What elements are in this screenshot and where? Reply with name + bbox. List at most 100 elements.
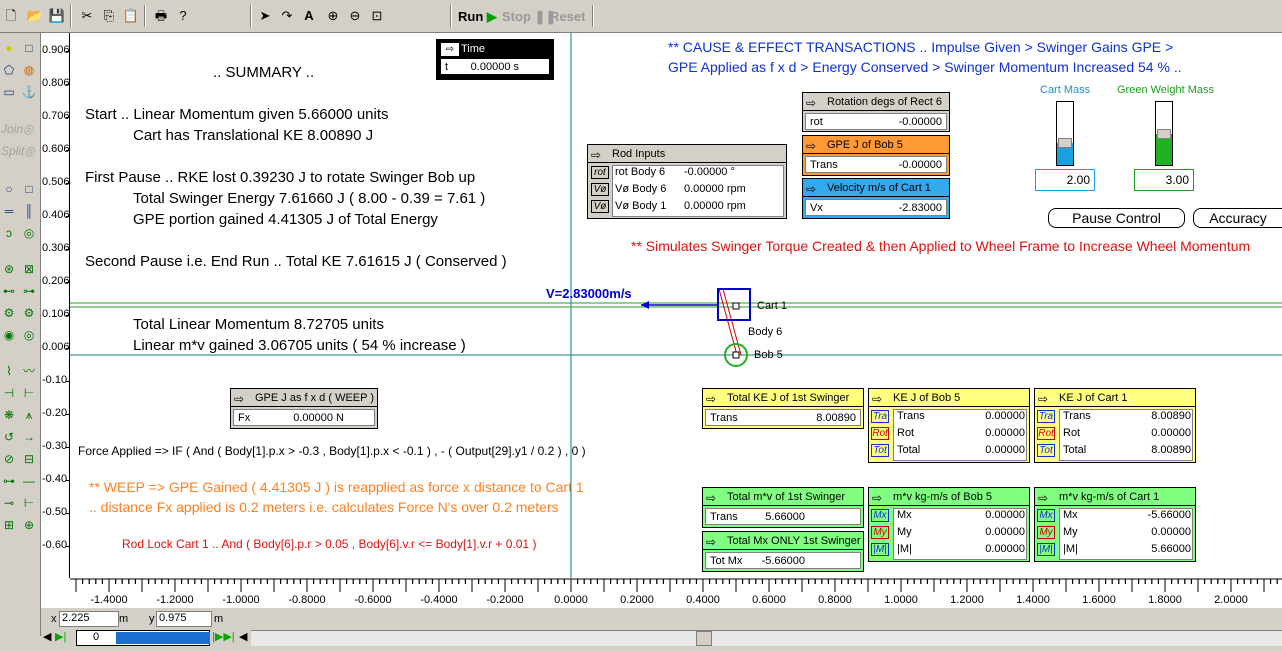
green-mass-input[interactable]: 3.00 [1134, 169, 1194, 191]
separator-tool-icon[interactable]: — [20, 472, 38, 490]
meter-tool-icon[interactable]: ⊞ [0, 516, 18, 534]
print-icon[interactable]: 🖶 [152, 7, 170, 25]
scroll-thumb[interactable] [696, 631, 712, 646]
vslot-tool-icon[interactable]: ║ [20, 202, 38, 220]
torque-tool-icon[interactable]: ↺ [0, 428, 18, 446]
box-tool-icon[interactable]: ▭ [0, 83, 18, 101]
split-tool[interactable]: Split◎ [1, 144, 35, 158]
pulley-tool-icon[interactable]: ⊢ [20, 384, 38, 402]
time-meter[interactable]: ⇨ Time t 0.00000 s [436, 39, 554, 80]
curve-tool-icon[interactable]: ◍ [20, 61, 38, 79]
arrow-icon: ⇨ [872, 491, 883, 505]
pointer-icon[interactable]: ➤ [256, 7, 274, 25]
spring-tool-icon[interactable]: 〰 [20, 362, 38, 380]
summary-line-8: Linear m*v gained 3.06705 units ( 54 % i… [133, 337, 466, 354]
damper-tool-icon[interactable]: ⊣ [0, 384, 18, 402]
curved-slot-tool-icon[interactable]: ↄ [0, 224, 18, 242]
control-tool-icon[interactable]: ⊕ [20, 516, 38, 534]
x-tick-label: -0.8000 [288, 594, 326, 606]
green-mass-slider[interactable] [1155, 101, 1173, 166]
help-icon[interactable]: ? [174, 7, 192, 25]
motor-tool-icon[interactable]: ⚙ [0, 304, 18, 322]
linear-spring-tool-icon[interactable]: ⩚ [20, 406, 38, 424]
mv-bob5-meter[interactable]: ⇨ m*v kg-m/s of Bob 5 Mx My |M| Mx My |M|… [868, 487, 1030, 562]
total-mx-only-meter[interactable]: ⇨ Total Mx ONLY 1st Swinger Tot Mx -5.6600… [702, 531, 864, 572]
stop-button[interactable]: Stop ❚❚ [502, 9, 556, 25]
new-icon[interactable]: 🗋 [2, 7, 20, 25]
linear-actuator-tool-icon[interactable]: ⊟ [20, 450, 38, 468]
gpe-bob5-meter[interactable]: ⇨ GPE J of Bob 5 Trans -0.00000 [802, 135, 950, 176]
cut-icon[interactable]: ✂ [78, 7, 96, 25]
copy-icon[interactable]: ⎘ [100, 7, 118, 25]
zoom-in-icon[interactable]: ⊕ [324, 7, 342, 25]
rotate-icon[interactable]: ↷ [278, 7, 296, 25]
rotary-tool-icon[interactable]: ◎ [20, 326, 38, 344]
square-point-tool-icon[interactable]: □ [20, 180, 38, 198]
open-icon[interactable]: 📂 [26, 7, 44, 25]
y-tick-mark [66, 414, 70, 415]
velocity-arrowhead [641, 301, 649, 309]
y-tick-mark [66, 546, 70, 547]
rigid-joint-tool-icon[interactable]: ⊠ [20, 260, 38, 278]
tape-progress[interactable] [116, 632, 210, 644]
weep-meter[interactable]: ⇨ GPE J as f x d ( WEEP ) Fx 0.00000 N [230, 388, 378, 429]
gear-tool-icon[interactable]: ⚙ [20, 304, 38, 322]
paste-icon[interactable]: 📋 [122, 7, 140, 25]
text-icon[interactable]: A [300, 7, 318, 25]
total-ke-swinger-meter[interactable]: ⇨ Total KE J of 1st Swinger Trans 8.00890 [702, 388, 864, 429]
total-mv-swinger-meter[interactable]: ⇨ Total m*v of 1st Swinger Trans 5.66000 [702, 487, 864, 528]
force-tool-icon[interactable]: → [20, 428, 38, 446]
reset-button[interactable]: Reset [550, 9, 585, 24]
keyed-slot-tool-icon[interactable]: ◎ [20, 224, 38, 242]
y-tick-label: 0.906 [42, 44, 70, 56]
tape-play-icon[interactable]: ▶| [55, 630, 66, 643]
velocity-cart1-meter[interactable]: ⇨ Velocity m/s of Cart 1 Vx -2.83000 [802, 178, 950, 219]
line-tool-icon[interactable]: ⊢ [20, 494, 38, 512]
anchor-tool-icon[interactable]: ⚓ [20, 83, 38, 101]
hslot-joint-tool-icon[interactable]: ⊷ [0, 282, 18, 300]
x-tick-label: -1.2000 [156, 594, 194, 606]
ke-cart1-meter[interactable]: ⇨ KE J of Cart 1 Tra Rot Tot Trans Rot To… [1034, 388, 1196, 463]
accuracy-button[interactable]: Accuracy [1193, 208, 1282, 228]
cart-mass-slider[interactable] [1056, 101, 1074, 166]
x-coord-field[interactable]: 2.225 [59, 611, 119, 627]
slot-tool-icon[interactable]: ═ [0, 202, 18, 220]
cart-mass-input[interactable]: 2.00 [1035, 169, 1095, 191]
rope-tool-icon[interactable]: ⌇ [0, 362, 18, 380]
zoom-fit-icon[interactable]: ⊡ [368, 7, 386, 25]
y-tick-label: -0.50 [42, 506, 68, 518]
y-tick-label: -0.30 [42, 440, 68, 452]
point-tool-icon[interactable]: ○ [0, 180, 18, 198]
x-tick-label: 0.0000 [554, 594, 588, 606]
mv-cart1-meter[interactable]: ⇨ m*v kg-m/s of Cart 1 Mx My |M| Mx My |M… [1034, 487, 1196, 562]
vslot-joint-tool-icon[interactable]: ⊶ [20, 282, 38, 300]
tape-end-icon[interactable]: ◀ [239, 630, 247, 643]
tape-forward-icon[interactable]: |▶▶| [212, 630, 235, 643]
zoom-out-icon[interactable]: ⊖ [346, 7, 364, 25]
rod-inputs-meter[interactable]: ⇨ Rod Inputs rot Vø Vø rot Body 6 Vø Body… [587, 144, 787, 219]
spring-rot-tool-icon[interactable]: ❋ [0, 406, 18, 424]
polygon-tool-icon[interactable]: ⬠ [0, 61, 18, 79]
y-tick-mark [66, 381, 70, 382]
rotation-meter[interactable]: ⇨ Rotation degs of Rect 6 rot -0.00000 [802, 92, 950, 132]
rotation-tool-icon[interactable]: ◉ [0, 326, 18, 344]
rect-tool-icon[interactable]: □ [20, 39, 38, 57]
tape-rewind-icon[interactable]: ◀ [43, 630, 51, 643]
pin-joint-tool-icon[interactable]: ⊛ [0, 260, 18, 278]
actuator-tool-icon[interactable]: ⊘ [0, 450, 18, 468]
save-icon[interactable]: 💾 [48, 7, 66, 25]
ke-bob5-meter[interactable]: ⇨ KE J of Bob 5 Tra Rot Tot Trans Rot Tot… [868, 388, 1030, 463]
y-tick-mark [66, 117, 70, 118]
bar-tool-icon[interactable]: ⊸ [0, 494, 18, 512]
x-tick-label: 1.2000 [950, 594, 984, 606]
circle-tool-icon[interactable]: ● [0, 39, 18, 57]
pause-control-button[interactable]: Pause Control [1048, 208, 1185, 228]
y-coord-field[interactable]: 0.975 [156, 611, 212, 627]
cart-mass-thumb[interactable] [1058, 137, 1072, 148]
green-mass-thumb[interactable] [1157, 128, 1171, 139]
join-tool[interactable]: Join◎ [1, 122, 34, 136]
rod-tool-icon[interactable]: ⊶ [0, 472, 18, 490]
run-button[interactable]: Run ▶ [458, 9, 497, 25]
horizontal-scrollbar[interactable] [251, 630, 1282, 646]
x-tick-label: -0.6000 [354, 594, 392, 606]
